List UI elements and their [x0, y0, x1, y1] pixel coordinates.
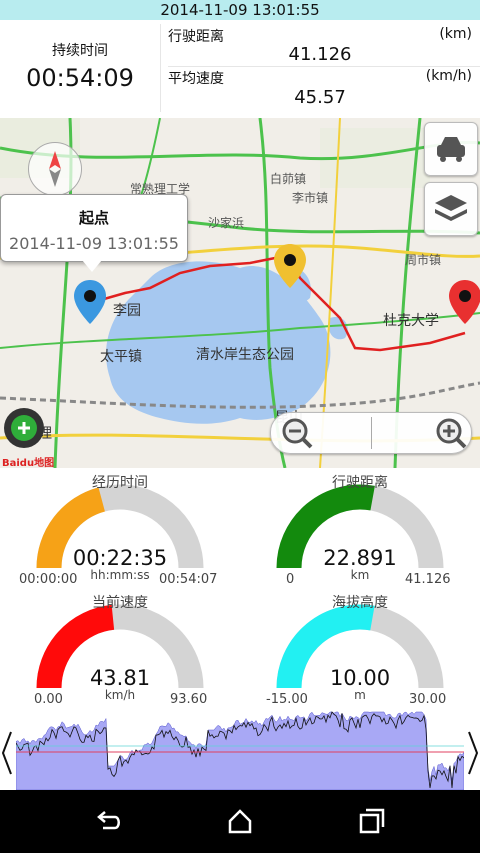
car-icon: [437, 137, 465, 162]
popup-title: 起点: [78, 209, 109, 227]
chevron-left-icon[interactable]: [0, 730, 14, 776]
place-label: 李市镇: [292, 191, 329, 205]
place-label: 杜克大学: [383, 313, 439, 329]
gauge-max: 30.00: [409, 692, 447, 707]
popup-time: 2014-11-09 13:01:55: [9, 234, 179, 253]
divider: [168, 66, 480, 67]
gauge-title: 当前速度: [92, 595, 148, 611]
zoom-out-icon: [282, 418, 313, 449]
distance-value: 41.126: [288, 44, 352, 65]
car-mode-button[interactable]: [424, 122, 478, 176]
zoom-control: [270, 412, 472, 454]
home-icon[interactable]: [225, 806, 255, 836]
add-icon: [11, 415, 37, 441]
distance-label: 行驶距离: [168, 29, 224, 45]
divider: [371, 417, 372, 449]
gauge-value: 00:22:35: [72, 546, 168, 570]
duration-value: 00:54:09: [26, 64, 134, 92]
status-bar: 2014-11-09 13:01:55: [0, 0, 480, 20]
waypoint-marker-icon[interactable]: [272, 242, 308, 290]
gauge-min: 0.00: [34, 692, 63, 707]
gauge-min: 0: [286, 572, 295, 587]
place-label: 沙家浜: [208, 216, 245, 230]
compass-icon[interactable]: [28, 142, 82, 196]
gauge-min: 00:00:00: [19, 572, 78, 587]
speed-value: 45.57: [294, 87, 346, 108]
track-profile[interactable]: [0, 708, 480, 790]
gauge-max: 00:54:07: [159, 572, 218, 587]
gauge-title: 海拔高度: [332, 595, 388, 611]
place-label: 太平镇: [100, 349, 142, 365]
place-label: 周市镇: [405, 253, 442, 267]
layers-button[interactable]: [424, 182, 478, 236]
place-label: 李园: [113, 303, 141, 319]
status-datetime: 2014-11-09 13:01:55: [160, 1, 320, 19]
duration-label: 持续时间: [52, 43, 108, 59]
route-map[interactable]: 常熟理工学 白茆镇 李市镇 沙家浜 周市镇 杜克大学 李园 太平镇 清水岸生态公…: [0, 118, 480, 468]
place-label: 清水岸生态公园: [196, 347, 294, 363]
trip-summary: 持续时间 00:54:09 行驶距离 (km) 41.126 平均速度 (km/…: [0, 20, 480, 118]
speed-label: 平均速度: [168, 71, 224, 87]
chevron-right-icon[interactable]: [466, 730, 480, 776]
zoom-out-button[interactable]: [277, 415, 367, 451]
back-icon[interactable]: [93, 806, 123, 836]
end-marker-icon[interactable]: [447, 278, 480, 326]
distance-unit: (km): [439, 26, 472, 42]
start-marker-icon[interactable]: [72, 278, 108, 326]
gauge-max: 93.60: [170, 692, 208, 707]
zoom-in-icon: [436, 418, 467, 449]
recents-icon[interactable]: [357, 806, 387, 836]
start-popup[interactable]: 起点 2014-11-09 13:01:55: [0, 194, 188, 262]
zoom-in-button[interactable]: [431, 415, 471, 451]
place-label: 白茆镇: [270, 172, 307, 186]
gauge-title: 行驶距离: [332, 475, 388, 491]
navigation-bar: [0, 790, 480, 853]
gauge-value: 43.81: [89, 666, 151, 690]
gauge-min: -15.00: [266, 692, 308, 707]
popup-pointer: [82, 260, 102, 272]
gauge-value: 10.00: [329, 666, 391, 690]
gauge-value: 22.891: [323, 546, 397, 570]
gauge-panel: 经历时间 00:22:35 hh:mm:ss 00:00:00 00:54:07…: [0, 468, 480, 710]
profile-chart: [16, 708, 464, 790]
layers-icon: [435, 195, 467, 221]
baidu-logo: Baidu地图: [2, 458, 55, 468]
gauge-title: 经历时间: [92, 475, 148, 491]
add-button[interactable]: [4, 408, 44, 448]
speed-unit: (km/h): [425, 68, 472, 84]
gauge-max: 41.126: [405, 572, 451, 587]
